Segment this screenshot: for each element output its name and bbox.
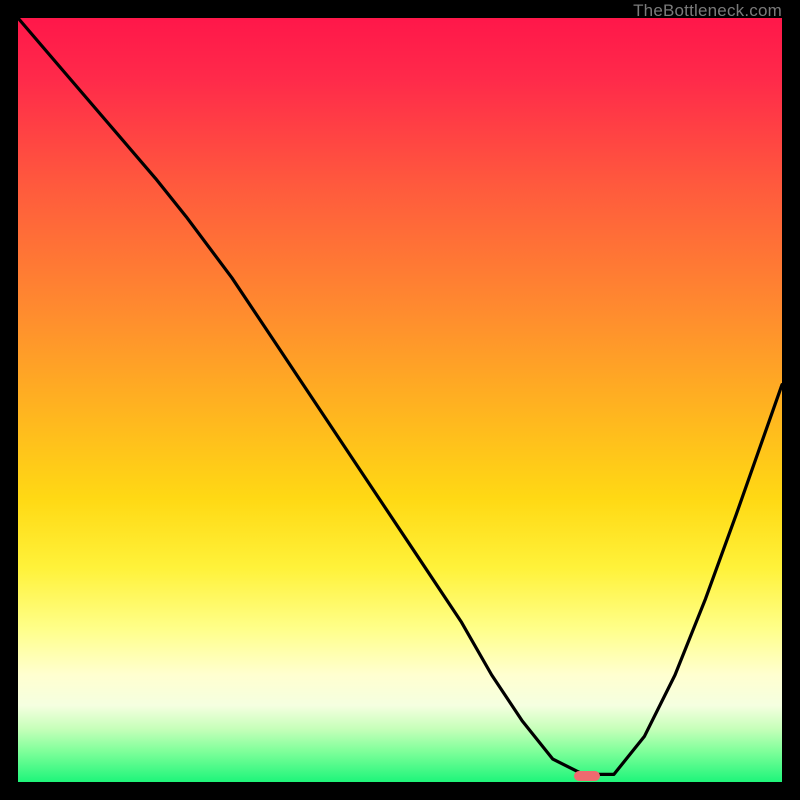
chart-frame: TheBottleneck.com xyxy=(18,18,782,782)
bottleneck-curve xyxy=(18,18,782,782)
plot-area xyxy=(18,18,782,782)
optimum-marker xyxy=(574,771,600,781)
watermark-text: TheBottleneck.com xyxy=(633,2,782,19)
